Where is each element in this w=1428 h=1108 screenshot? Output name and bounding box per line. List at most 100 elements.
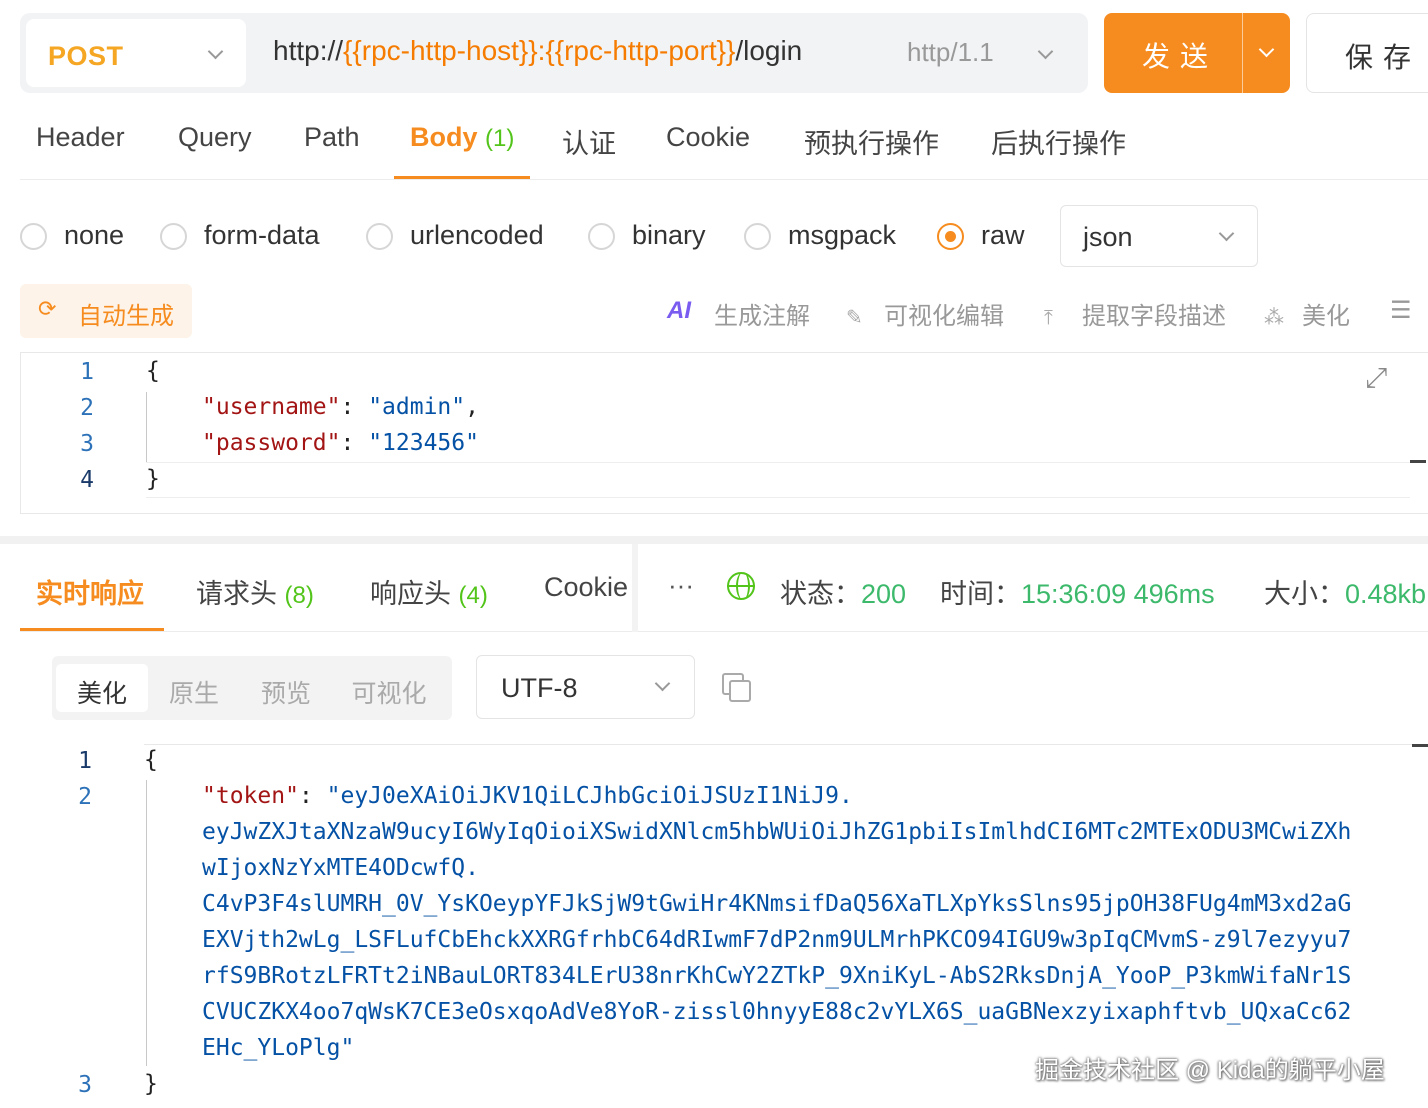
list-icon[interactable]: ☰: [1390, 296, 1412, 325]
visual-edit-button[interactable]: ✎ 可视化编辑: [846, 296, 1004, 331]
json-comma: ,: [465, 394, 479, 420]
time-label: 时间：: [940, 579, 1021, 609]
radio-label: none: [64, 220, 125, 250]
tab-post-request[interactable]: 后执行操作: [991, 122, 1126, 161]
tab-request-headers[interactable]: 请求头 (8): [196, 572, 314, 611]
indent-guide: [146, 780, 147, 1066]
upload-icon: ⤒: [1044, 307, 1053, 329]
json-value: "admin": [368, 394, 466, 420]
code-close-brace: }: [146, 466, 160, 492]
view-preview[interactable]: 预览: [240, 664, 332, 712]
beautify-button[interactable]: ⁂ 美化: [1264, 296, 1350, 331]
size-value: 0.48kb: [1345, 579, 1427, 609]
scrollbar-marker[interactable]: [1410, 460, 1426, 463]
chevron-down-icon[interactable]: [1258, 41, 1275, 58]
response-view-toggle: 美化 原生 预览 可视化: [52, 656, 452, 720]
time-value: 15:36:09: [1021, 579, 1127, 609]
request-tabs: Header Query Path Body (1) 认证 Cookie 预执行…: [20, 100, 1428, 180]
json-key: "username": [202, 394, 341, 420]
token-continuation: C4vP3F4slUMRH_0V_YsKOeypYFJkSjW9tGwiHr4K…: [202, 891, 1352, 917]
tab-response-headers[interactable]: 响应头 (4): [370, 572, 488, 611]
status-label: 状态：: [780, 579, 861, 609]
tab-live-response[interactable]: 实时响应: [36, 572, 144, 611]
token-continuation: EXVjth2wLg_LSFLufCbEhckXXRGfrhbC64dRIwmF…: [202, 927, 1352, 953]
url-prefix: http://: [273, 35, 344, 66]
chevron-down-icon: [207, 43, 224, 60]
line-number: 4: [80, 467, 94, 493]
size-label: 大小：: [1264, 579, 1345, 609]
globe-icon: [727, 572, 755, 600]
more-icon[interactable]: ···: [668, 570, 694, 601]
generate-comments-button[interactable]: 生成注解: [714, 296, 810, 331]
code-line-token: "token": "eyJ0eXAiOiJKV1QiLCJhbGciOiJSUz…: [202, 783, 853, 809]
status-readout: 状态：200: [780, 572, 906, 611]
code-open-brace: {: [146, 358, 160, 384]
expand-icon[interactable]: ⤢: [1365, 362, 1387, 395]
view-raw[interactable]: 原生: [148, 664, 240, 712]
line-number: 1: [80, 359, 94, 385]
line-number: 2: [80, 395, 94, 421]
ai-icon: AI: [667, 297, 691, 324]
chevron-down-icon: [654, 675, 671, 692]
extract-description-label: 提取字段描述: [1082, 303, 1226, 330]
tab-response-cookie[interactable]: Cookie: [544, 572, 628, 603]
auto-generate-button[interactable]: ⟳ 自动生成: [20, 284, 192, 338]
watermark: 掘金技术社区 @ Kida的躺平小屋: [1035, 1057, 1385, 1084]
send-button[interactable]: 发送: [1104, 13, 1290, 93]
json-key: "token": [202, 783, 299, 809]
tab-body-label: Body: [410, 122, 478, 152]
extract-description-button[interactable]: ⤒ 提取字段描述: [1044, 296, 1226, 331]
response-tabs: 实时响应 请求头 (8) 响应头 (4) Cookie ··· 状态：200 时…: [20, 544, 1428, 632]
line-number: 2: [78, 784, 92, 810]
panel-divider[interactable]: [0, 536, 1428, 544]
save-label: 保存: [1345, 42, 1422, 73]
encoding-select[interactable]: UTF-8: [476, 655, 695, 719]
tabs-separator: [632, 544, 638, 632]
tab-label: 请求头: [196, 579, 277, 609]
view-visual[interactable]: 可视化: [332, 664, 446, 712]
refresh-icon: ⟳: [38, 296, 57, 321]
radio-circle: [588, 223, 615, 250]
json-value: "123456": [368, 430, 479, 456]
tab-header[interactable]: Header: [36, 122, 125, 153]
radio-label: binary: [632, 220, 706, 250]
time-readout: 时间：15:36:09 496ms: [940, 572, 1215, 611]
radio-label: raw: [981, 220, 1025, 250]
method-select[interactable]: POST: [26, 19, 246, 87]
json-colon: :: [340, 430, 369, 456]
token-continuation: rfS9BRotzLFRTt2iNBauLORT834LErU38nrKhCwY…: [202, 963, 1352, 989]
radio-label: form-data: [204, 220, 320, 250]
beautify-label: 美化: [1302, 303, 1350, 330]
send-label: 发送: [1142, 41, 1219, 72]
line-number: 3: [80, 431, 94, 457]
tab-body[interactable]: Body (1): [410, 122, 514, 153]
edit-icon: ✎: [846, 307, 863, 329]
copy-icon[interactable]: [722, 673, 751, 702]
radio-circle: [160, 223, 187, 250]
tab-count: (8): [284, 582, 314, 609]
tab-auth[interactable]: 认证: [562, 122, 616, 161]
raw-format-select[interactable]: json: [1060, 205, 1258, 267]
code-line-username: "username": "admin",: [202, 394, 479, 420]
save-button[interactable]: 保存: [1306, 13, 1428, 93]
tab-cookie[interactable]: Cookie: [666, 122, 750, 153]
active-line-highlight: [146, 462, 1410, 498]
json-key: "password": [202, 430, 341, 456]
code-close-brace: }: [144, 1071, 158, 1097]
scrollbar-marker[interactable]: [1412, 744, 1428, 747]
tab-path[interactable]: Path: [304, 122, 360, 153]
protocol-select[interactable]: http/1.1: [907, 37, 994, 68]
tab-query[interactable]: Query: [178, 122, 252, 153]
tab-label: 响应头: [370, 579, 451, 609]
chevron-down-icon[interactable]: [1037, 43, 1054, 60]
token-continuation: CVUCZKX4oo7qWsK7CE3eOsxqoAdVe8YoR-zissl0…: [202, 999, 1352, 1025]
view-beautify[interactable]: 美化: [56, 664, 148, 712]
tab-pre-request[interactable]: 预执行操作: [804, 122, 939, 161]
size-readout: 大小：0.48kb: [1264, 572, 1426, 611]
magic-wand-icon: ⁂: [1264, 307, 1284, 329]
radio-circle: [366, 223, 393, 250]
url-input[interactable]: http://{{rpc-http-host}}:{{rpc-http-port…: [273, 35, 802, 67]
code-line-password: "password": "123456": [202, 430, 479, 456]
request-url-bar: POST http://{{rpc-http-host}}:{{rpc-http…: [20, 13, 1088, 93]
line-number: 3: [78, 1072, 92, 1098]
